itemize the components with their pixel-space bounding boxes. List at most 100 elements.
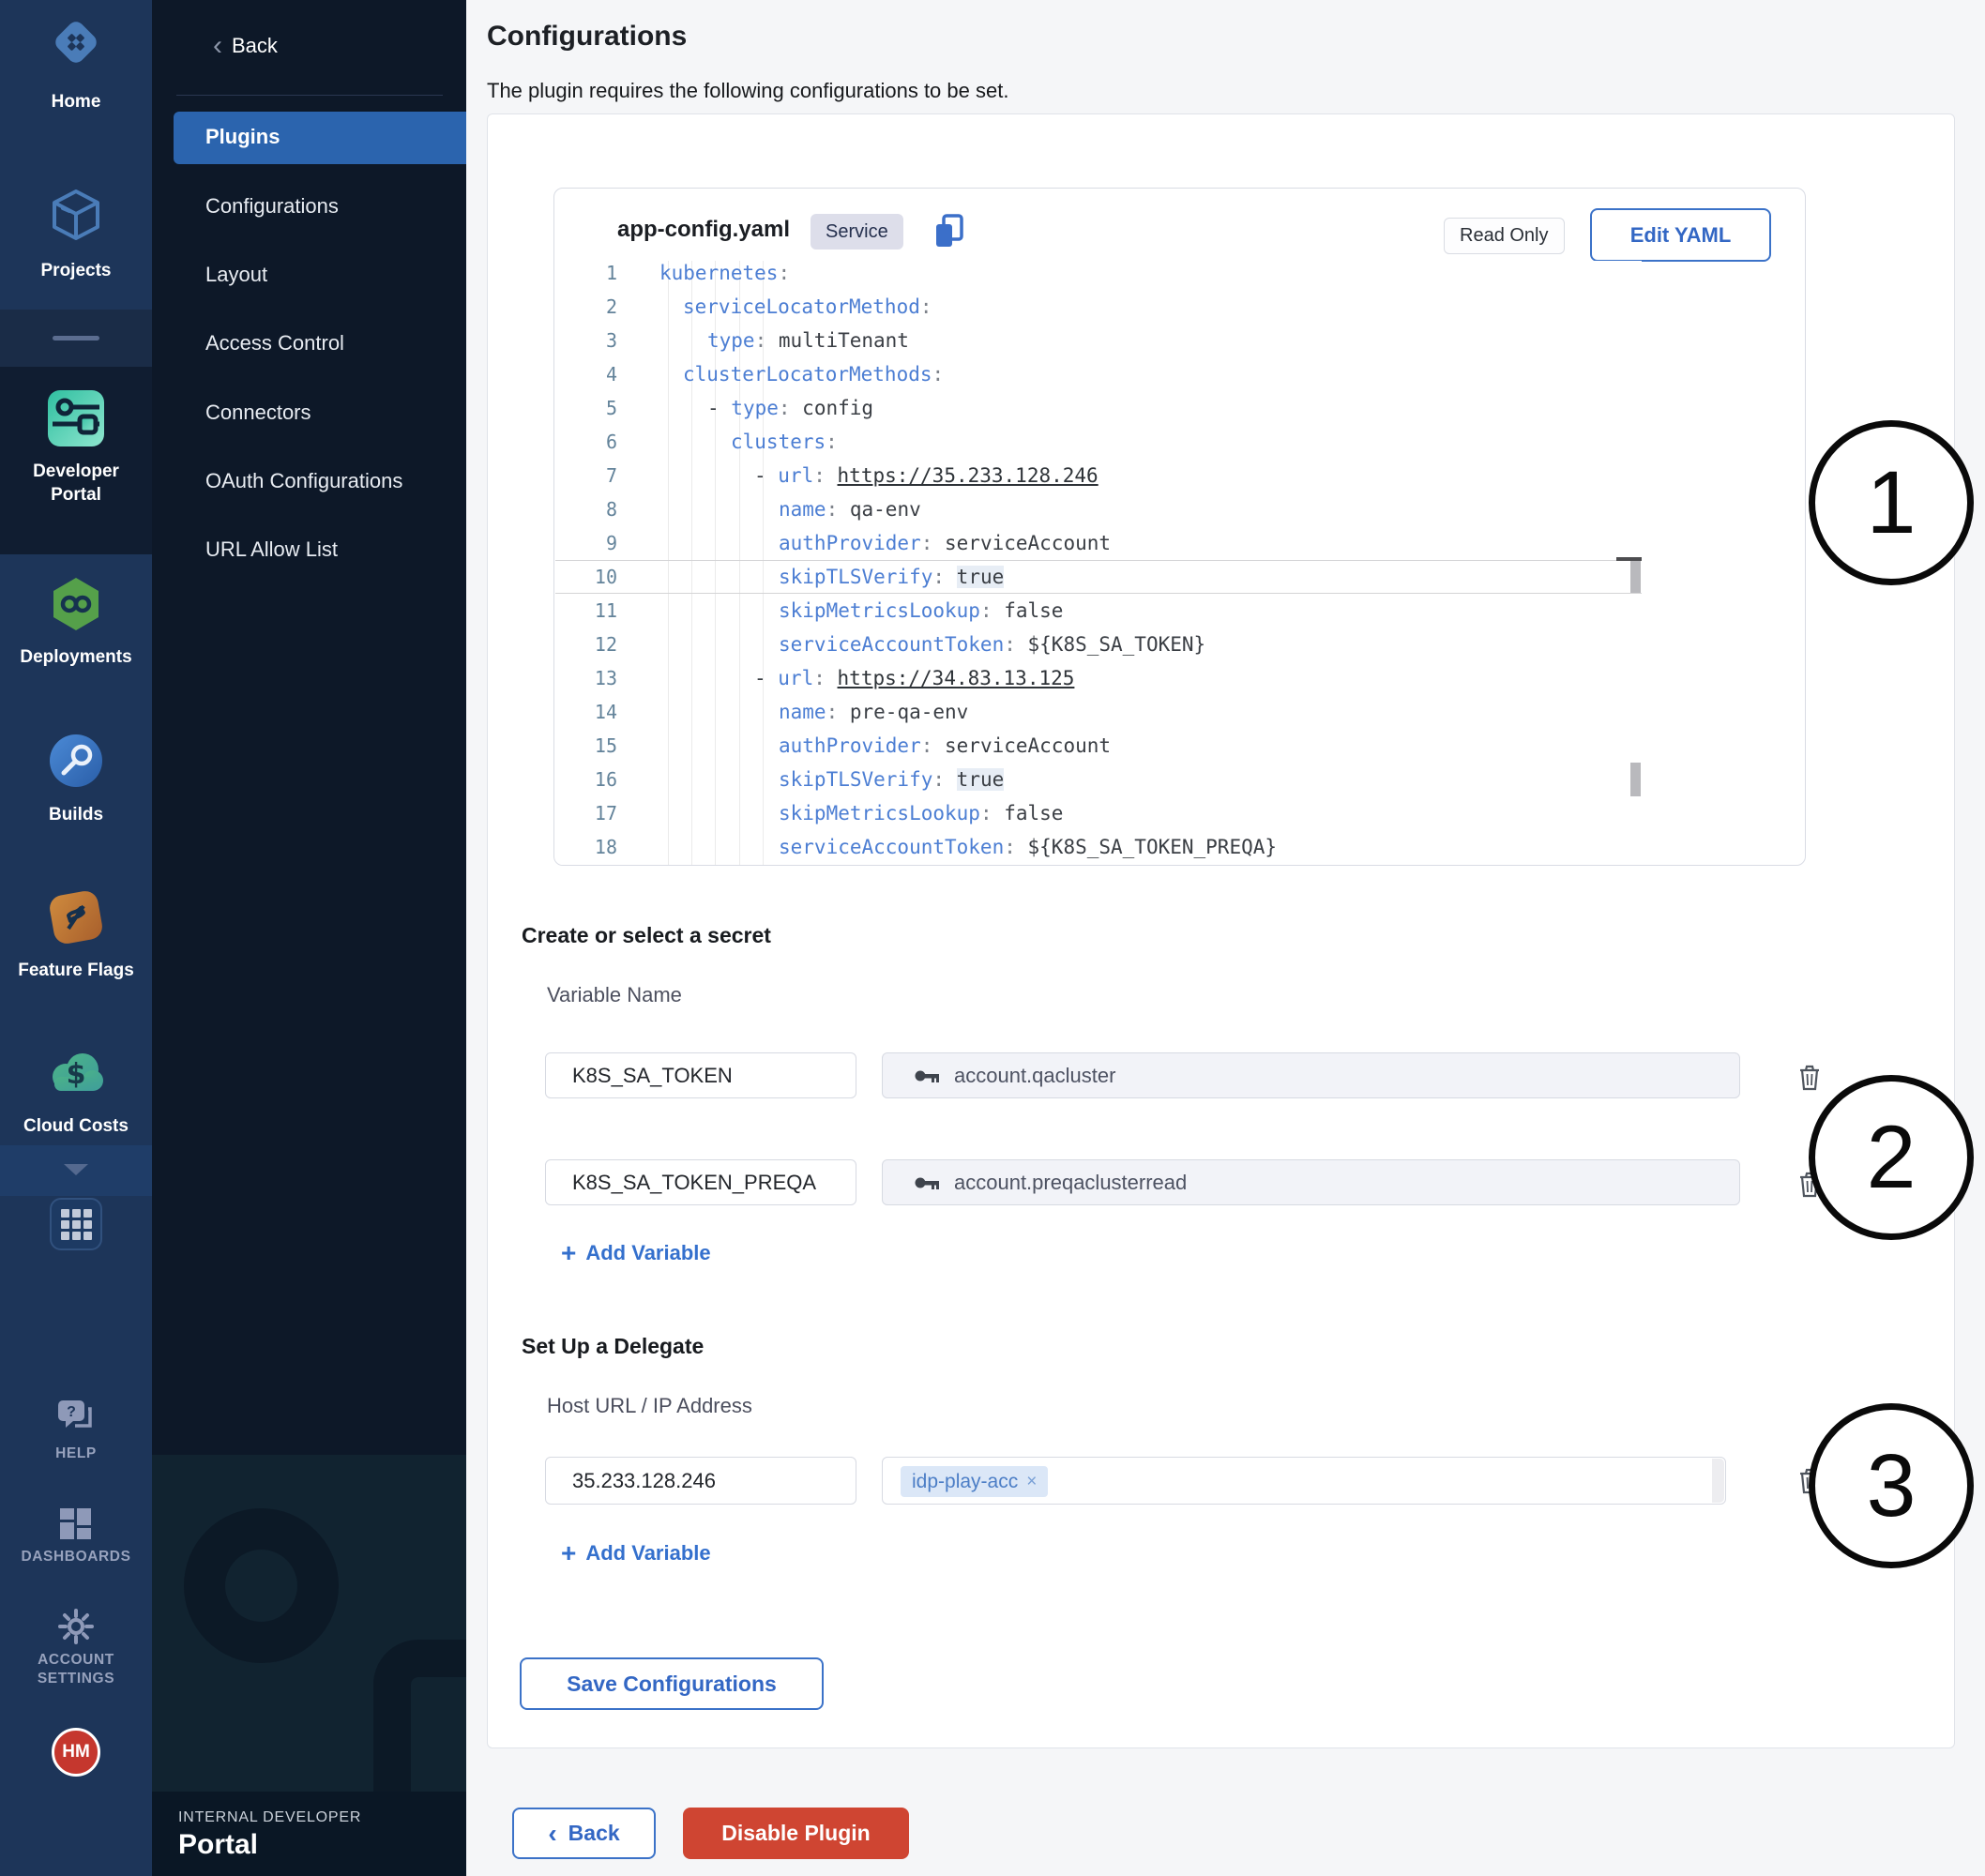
user-avatar[interactable]: HM xyxy=(52,1728,100,1777)
yaml-key: clusters xyxy=(731,431,826,453)
yaml-colon: : xyxy=(932,566,956,588)
yaml-colon: : xyxy=(932,768,956,791)
chevron-down-icon xyxy=(64,1164,88,1175)
subnav-item-oauth-configurations[interactable]: OAuth Configurations xyxy=(205,469,402,493)
line-number: 15 xyxy=(555,729,617,763)
footer-product-title: Portal xyxy=(178,1829,258,1861)
variable-name-input[interactable]: K8S_SA_TOKEN xyxy=(545,1052,856,1098)
yaml-key: type xyxy=(707,329,755,352)
line-number: 6 xyxy=(555,425,617,459)
code-line: 2 serviceLocatorMethod: xyxy=(555,290,1642,324)
secrets-heading: Create or select a secret xyxy=(522,923,771,948)
delegate-tag-chip[interactable]: idp-play-acc × xyxy=(901,1466,1048,1497)
remove-tag-icon[interactable]: × xyxy=(1026,1472,1037,1492)
yaml-value: serviceAccount xyxy=(945,734,1111,757)
yaml-url-value[interactable]: https://34.83.13.125 xyxy=(838,667,1075,689)
subnav-back-button[interactable]: ‹ Back xyxy=(213,34,278,58)
yaml-value: multiTenant xyxy=(779,329,909,352)
sidebar-item-account-settings[interactable] xyxy=(0,1606,152,1647)
code-line: 5 - type: config xyxy=(555,391,1642,425)
variable-name-input[interactable]: K8S_SA_TOKEN_PREQA xyxy=(545,1159,856,1205)
code-line-current: 10 skipTLSVerify: true xyxy=(555,560,1642,594)
yaml-key: skipTLSVerify xyxy=(779,768,932,791)
scrollbar-thumb[interactable] xyxy=(1630,763,1641,796)
yaml-url-value[interactable]: https://35.233.128.246 xyxy=(838,464,1099,487)
delegate-tags-field[interactable]: idp-play-acc × xyxy=(882,1457,1726,1505)
scrollbar-thumb[interactable] xyxy=(1630,561,1641,593)
yaml-colon: : xyxy=(932,363,945,386)
host-url-label: Host URL / IP Address xyxy=(547,1394,752,1418)
delete-variable-button[interactable] xyxy=(1797,1064,1822,1092)
code-line: 11 skipMetricsLookup: false xyxy=(555,594,1642,628)
code-line: 17 skipMetricsLookup: false xyxy=(555,796,1642,830)
edit-yaml-button[interactable]: Edit YAML xyxy=(1590,208,1771,262)
subnav-item-configurations[interactable]: Configurations xyxy=(205,194,339,219)
subnav-item-url-allow-list[interactable]: URL Allow List xyxy=(205,537,338,562)
yaml-dash: - xyxy=(754,464,778,487)
tag-field-scrollbar[interactable] xyxy=(1712,1459,1724,1503)
sidebar-item-builds[interactable] xyxy=(0,732,152,790)
add-variable-button[interactable]: + Add Variable xyxy=(561,1240,711,1266)
sidebar-item-cloud-costs[interactable]: $ xyxy=(0,1043,152,1101)
key-icon xyxy=(915,1175,941,1190)
subnav-item-layout[interactable]: Layout xyxy=(205,263,267,287)
yaml-value: ${K8S_SA_TOKEN} xyxy=(1028,633,1206,656)
save-configurations-button[interactable]: Save Configurations xyxy=(520,1657,824,1710)
line-number: 5 xyxy=(555,391,617,425)
flag-icon xyxy=(46,887,106,947)
page-subtitle: The plugin requires the following config… xyxy=(487,79,1008,103)
sidebar-chevron-row[interactable] xyxy=(0,1145,152,1196)
cloud-dollar-icon: $ xyxy=(45,1043,107,1101)
circle-search-icon xyxy=(47,732,105,790)
add-delegate-button[interactable]: + Add Variable xyxy=(561,1540,711,1566)
yaml-dash: - xyxy=(707,397,731,419)
line-number: 17 xyxy=(555,796,617,830)
yaml-key: type xyxy=(731,397,779,419)
sidebar-item-dashboards-label: DASHBOARDS xyxy=(0,1548,152,1566)
copy-icon[interactable] xyxy=(933,213,965,255)
host-url-input[interactable]: 35.233.128.246 xyxy=(545,1457,856,1505)
sidebar-item-projects[interactable] xyxy=(0,186,152,244)
sidebar-item-help[interactable]: ? xyxy=(0,1398,152,1435)
secret-select-field[interactable]: account.qacluster xyxy=(882,1052,1740,1098)
yaml-colon: : xyxy=(920,295,932,318)
module-picker-button[interactable] xyxy=(50,1198,102,1250)
apps-grid-icon xyxy=(61,1209,92,1240)
sidebar-item-dashboards[interactable] xyxy=(0,1505,152,1543)
key-icon xyxy=(915,1068,941,1083)
yaml-value-highlighted: true xyxy=(957,768,1005,791)
secret-ref-value: account.preqaclusterread xyxy=(954,1171,1187,1195)
sidebar-item-deployments[interactable] xyxy=(0,574,152,634)
line-number: 16 xyxy=(555,763,617,796)
subnav-footer: INTERNAL DEVELOPER Portal xyxy=(152,1792,466,1876)
sidebar-item-developer-portal[interactable] xyxy=(0,387,152,449)
annotation-circle-2: 2 xyxy=(1809,1075,1974,1240)
back-button[interactable]: ‹ Back xyxy=(512,1808,656,1859)
sliders-icon xyxy=(45,387,107,449)
yaml-colon: : xyxy=(1004,836,1027,858)
host-url-value: 35.233.128.246 xyxy=(572,1469,716,1493)
yaml-dash: - xyxy=(754,667,778,689)
sidebar-item-feature-flags[interactable] xyxy=(0,887,152,947)
sidebar-item-projects-label: Projects xyxy=(0,259,152,282)
add-variable-label: Add Variable xyxy=(585,1241,710,1265)
yaml-value: false xyxy=(1004,599,1063,622)
line-number: 8 xyxy=(555,492,617,526)
read-only-badge: Read Only xyxy=(1444,218,1565,254)
subnav-item-access-control[interactable]: Access Control xyxy=(205,331,344,356)
code-viewport[interactable]: 1 kubernetes: 2 serviceLocatorMethod: 3 … xyxy=(555,261,1642,866)
app-window: Home Projects xyxy=(0,0,1985,1876)
yaml-key: skipTLSVerify xyxy=(779,566,932,588)
edit-yaml-label: Edit YAML xyxy=(1630,223,1732,248)
sidebar-item-account-settings-label: ACCOUNT SETTINGS xyxy=(0,1651,152,1688)
code-line: 12 serviceAccountToken: ${K8S_SA_TOKEN} xyxy=(555,628,1642,661)
disable-plugin-button[interactable]: Disable Plugin xyxy=(683,1808,909,1859)
secret-select-field[interactable]: account.preqaclusterread xyxy=(882,1159,1740,1205)
subnav-item-connectors[interactable]: Connectors xyxy=(205,401,311,425)
sidebar-item-home[interactable] xyxy=(0,13,152,71)
sidebar-item-deployments-label: Deployments xyxy=(0,645,152,669)
subnav-item-plugins[interactable]: Plugins xyxy=(205,125,280,149)
yaml-colon: : xyxy=(813,667,837,689)
plus-icon: + xyxy=(561,1540,576,1566)
collapse-handle[interactable] xyxy=(53,336,99,340)
